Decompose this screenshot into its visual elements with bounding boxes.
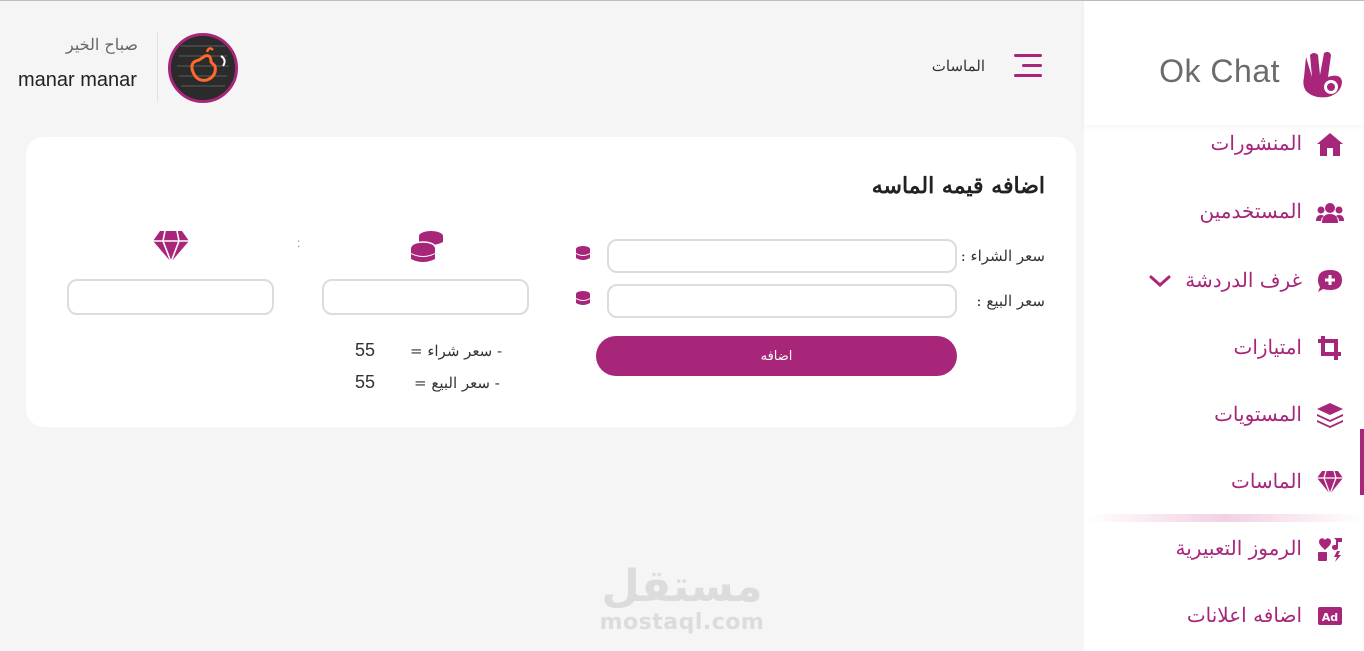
- diamonds-input[interactable]: [67, 279, 274, 315]
- sidebar-item-label: غرف الدردشة: [1185, 268, 1302, 292]
- sidebar-item-label: اضافه اعلانات: [1186, 603, 1302, 627]
- avatar-image: [171, 36, 235, 100]
- active-glow: [1086, 514, 1364, 522]
- sidebar-item-emojis[interactable]: الرموز التعبيرية: [1084, 524, 1364, 574]
- brand-name: Ok Chat: [1159, 53, 1280, 89]
- card-title: اضافه قيمه الماسه: [871, 173, 1045, 199]
- separator-colon: :: [297, 236, 301, 250]
- hamburger-menu-button[interactable]: [1014, 52, 1044, 80]
- coins-input[interactable]: [322, 279, 529, 315]
- menu-line: [1014, 54, 1042, 57]
- buy-price-label: سعر الشراء :: [960, 247, 1045, 265]
- users-icon: [1316, 203, 1344, 223]
- menu-line: [1022, 64, 1042, 67]
- summary-buy-value: 55: [355, 340, 376, 360]
- layers-icon: [1317, 403, 1343, 428]
- sidebar-item-users[interactable]: المستخدمين: [1084, 187, 1364, 237]
- ad-icon: Ad: [1318, 607, 1342, 625]
- summary-sell-value: 55: [355, 372, 376, 392]
- username: manar manar: [18, 69, 137, 91]
- brand-header[interactable]: Ok Chat: [1084, 1, 1364, 125]
- diamond-value-card: اضافه قيمه الماسه سعر الشراء : سعر البيع…: [26, 137, 1076, 427]
- sidebar: Ok Chat المنشورات المستخدمين غرف الدردشة…: [1084, 1, 1364, 651]
- sidebar-item-privileges[interactable]: امتيازات: [1084, 323, 1364, 373]
- sidebar-item-label: الرموز التعبيرية: [1175, 536, 1302, 560]
- coins-icon: [576, 291, 590, 305]
- diamond-icon: [1317, 470, 1343, 495]
- crop-icon: [1318, 336, 1341, 360]
- sell-price-label: سعر البيع :: [976, 292, 1045, 310]
- sidebar-item-ads[interactable]: Ad اضافه اعلانات: [1084, 591, 1364, 641]
- add-button[interactable]: اضافه: [596, 336, 957, 376]
- sell-price-input[interactable]: [607, 284, 957, 318]
- header-divider: [157, 32, 158, 102]
- coins-stack-icon: [410, 231, 443, 262]
- greeting-text: صباح الخير: [65, 35, 138, 54]
- sidebar-item-levels[interactable]: المستويات: [1084, 390, 1364, 440]
- avatar[interactable]: [168, 33, 238, 103]
- chevron-down-icon[interactable]: [1148, 272, 1172, 290]
- sidebar-item-diamonds[interactable]: الماسات: [1084, 429, 1364, 507]
- watermark-latin: mostaql.com: [599, 610, 765, 635]
- chat-plus-icon: [1318, 270, 1342, 292]
- buy-price-input[interactable]: [607, 239, 957, 273]
- sidebar-item-posts[interactable]: المنشورات: [1084, 119, 1364, 169]
- breadcrumb: الماسات: [931, 57, 985, 75]
- menu-line: [1014, 74, 1042, 77]
- summary-buy-label: - سعر شراء =: [410, 342, 503, 360]
- diamond-icon: [153, 230, 189, 263]
- watermark-arabic: مستقل: [601, 561, 763, 612]
- sidebar-item-chat-rooms[interactable]: غرف الدردشة: [1084, 256, 1364, 306]
- svg-text:Ad: Ad: [1322, 611, 1338, 624]
- sidebar-item-label: المنشورات: [1210, 131, 1302, 155]
- sidebar-item-label: الماسات: [1231, 469, 1302, 493]
- ok-hand-logo-icon: [1303, 51, 1342, 98]
- summary-sell-label: - سعر البيع =: [414, 374, 500, 392]
- watermark: مستقل mostaql.com: [596, 560, 768, 640]
- coins-icon: [576, 246, 590, 260]
- sidebar-item-label: المستويات: [1214, 402, 1302, 426]
- icons-icon: [1318, 538, 1342, 562]
- home-icon: [1317, 133, 1343, 156]
- active-indicator: [1360, 429, 1364, 495]
- sidebar-item-label: المستخدمين: [1199, 199, 1302, 223]
- sidebar-item-label: امتيازات: [1233, 335, 1302, 359]
